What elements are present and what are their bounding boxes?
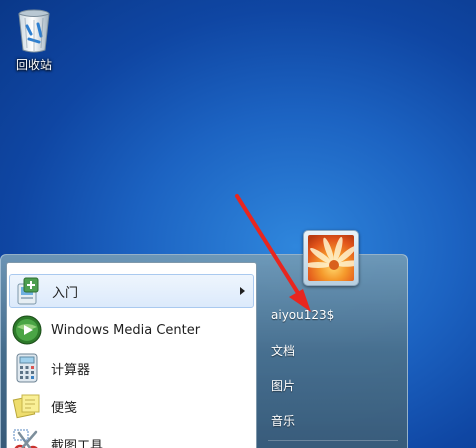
arrow-shaft [235,194,300,295]
annotation-arrow [235,194,311,312]
arrow-head-icon [289,289,311,312]
